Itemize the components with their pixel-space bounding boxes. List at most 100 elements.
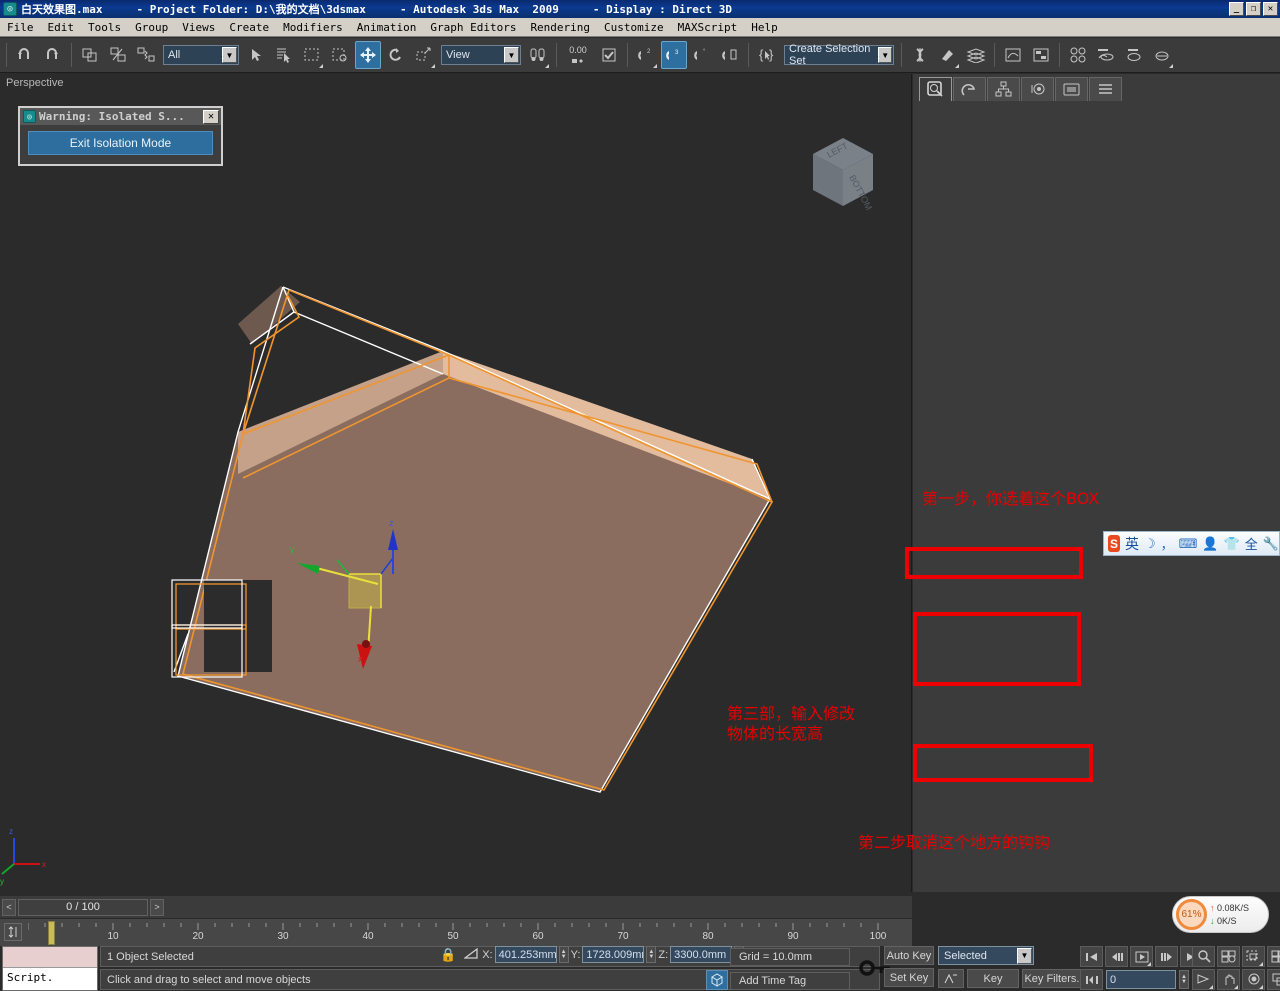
full-width-icon[interactable]: 全 (1245, 534, 1258, 553)
chevron-down-icon[interactable]: ▼ (1017, 948, 1032, 964)
perspective-viewport[interactable]: Perspective (0, 74, 912, 892)
menu-item-group[interactable]: Group (128, 19, 175, 36)
go-to-start-icon[interactable] (1080, 946, 1103, 967)
ime-toolbar[interactable]: S 英 ☽ ， ⌨ 👤 👕 全 🔧 (1103, 531, 1280, 556)
motion-tab-icon[interactable] (1021, 77, 1054, 101)
maximize-viewport-toggle-icon[interactable] (1267, 969, 1280, 990)
select-by-name-icon[interactable] (271, 41, 297, 69)
close-icon[interactable]: ✕ (203, 110, 219, 124)
hierarchy-tab-icon[interactable] (987, 77, 1020, 101)
snap-3d-toggle-icon[interactable]: 3 (661, 41, 687, 69)
selection-lock-icon[interactable]: 🔒 (440, 947, 456, 963)
menu-item-rendering[interactable]: Rendering (523, 19, 597, 36)
skin-icon[interactable]: 👕 (1224, 536, 1240, 552)
select-and-rotate-icon[interactable] (383, 41, 409, 69)
menu-item-file[interactable]: File (0, 19, 41, 36)
undo-icon[interactable] (12, 41, 38, 69)
current-frame-field[interactable]: 0 (1106, 970, 1176, 989)
curve-editor-icon[interactable] (1000, 41, 1026, 69)
add-time-tag-button[interactable]: Add Time Tag (730, 972, 850, 990)
auto-key-button[interactable]: Auto Key (884, 946, 934, 965)
ime-mode-label[interactable]: 英 (1125, 534, 1139, 554)
toolbox-icon[interactable]: 🔧 (1263, 536, 1279, 552)
display-tab-icon[interactable] (1055, 77, 1088, 101)
key-mode-toggle-icon[interactable] (1080, 969, 1103, 990)
previous-frame-icon[interactable] (1105, 946, 1128, 967)
mirror-icon[interactable] (907, 41, 933, 69)
listener-output-pane[interactable] (3, 947, 97, 968)
open-mini-curve-editor-icon[interactable] (4, 923, 22, 941)
menu-item-modifiers[interactable]: Modifiers (276, 19, 350, 36)
chevron-down-icon[interactable]: ▼ (222, 47, 237, 63)
moon-icon[interactable]: ☽ (1144, 536, 1156, 552)
chevron-down-icon[interactable]: ▼ (504, 47, 519, 63)
layer-manager-icon[interactable] (963, 41, 989, 69)
time-slider-handle[interactable] (48, 921, 55, 945)
edit-named-selection-sets-icon[interactable]: {} (754, 41, 780, 69)
maxscript-mini-listener[interactable]: Script. (2, 946, 98, 991)
create-tab-icon[interactable] (919, 77, 952, 101)
select-and-move-icon[interactable] (355, 41, 381, 69)
track-bar[interactable]: 10 20 30 40 50 60 70 80 90 100 (0, 918, 912, 946)
previous-frame-button[interactable]: < (2, 899, 16, 916)
modify-tab-icon[interactable] (953, 77, 986, 101)
menu-item-customize[interactable]: Customize (597, 19, 671, 36)
schematic-view-icon[interactable] (1028, 41, 1054, 69)
listener-prompt[interactable]: Script. (3, 968, 97, 987)
snap-2d-icon[interactable]: 2 (633, 41, 659, 69)
angle-snap-icon[interactable]: ° (689, 41, 715, 69)
field-of-view-icon[interactable] (1192, 969, 1215, 990)
comma-icon[interactable]: ， (1161, 534, 1174, 553)
time-slider-field[interactable]: 0 / 100 (18, 899, 148, 916)
y-coordinate-field[interactable]: 1728.009mm (582, 946, 644, 963)
absolute-relative-transform-icon[interactable] (464, 947, 480, 963)
next-frame-button[interactable]: > (150, 899, 164, 916)
menu-item-edit[interactable]: Edit (41, 19, 82, 36)
unlink-selection-icon[interactable] (105, 41, 131, 69)
window-crossing-icon[interactable] (327, 41, 353, 69)
close-button[interactable]: ✕ (1263, 2, 1278, 16)
network-speed-widget[interactable]: 61% ↑ 0.08K/S ↓ 0K/S (1172, 896, 1269, 933)
named-selection-set-combo[interactable]: Create Selection Set ▼ (784, 45, 894, 65)
zoom-extents-all-icon[interactable] (1267, 946, 1280, 967)
spinner-snap-icon[interactable]: 0.00 (562, 41, 594, 69)
render-production-icon[interactable] (1149, 41, 1175, 69)
set-keys-icon[interactable] (938, 969, 964, 988)
bind-to-space-warp-icon[interactable] (133, 41, 159, 69)
pan-view-icon[interactable] (1217, 969, 1240, 990)
zoom-extents-icon[interactable] (1242, 946, 1265, 967)
current-frame-spinner[interactable]: ▲▼ (1179, 970, 1189, 989)
set-key-button[interactable]: Set Key (884, 968, 934, 987)
select-and-link-icon[interactable] (77, 41, 103, 69)
chevron-down-icon[interactable]: ▼ (878, 47, 892, 63)
menu-item-graph-editors[interactable]: Graph Editors (423, 19, 523, 36)
keyboard-shortcut-override-icon[interactable] (596, 41, 622, 69)
key-filters-button[interactable]: Key Filters... (1022, 969, 1088, 988)
arc-rotate-icon[interactable] (1242, 969, 1265, 990)
isolation-warning-dialog[interactable]: ◎ Warning: Isolated S... ✕ Exit Isolatio… (18, 106, 223, 166)
play-animation-icon[interactable] (1130, 946, 1153, 967)
rendered-frame-window-icon[interactable] (1121, 41, 1147, 69)
next-frame-icon[interactable] (1155, 946, 1178, 967)
select-and-uniform-scale-icon[interactable] (411, 41, 437, 69)
material-editor-icon[interactable] (1065, 41, 1091, 69)
menu-item-help[interactable]: Help (744, 19, 785, 36)
sogou-logo-icon[interactable]: S (1108, 535, 1120, 552)
time-tag-icon[interactable] (706, 970, 728, 990)
rectangular-selection-region-icon[interactable] (299, 41, 325, 69)
select-object-icon[interactable] (243, 41, 269, 69)
restore-button[interactable]: ❐ (1246, 2, 1261, 16)
view-cube[interactable]: LEFT BOTTOM (799, 132, 879, 218)
menu-item-animation[interactable]: Animation (350, 19, 424, 36)
exit-isolation-mode-button[interactable]: Exit Isolation Mode (28, 131, 213, 155)
menu-item-tools[interactable]: Tools (81, 19, 128, 36)
z-coordinate-field[interactable]: 3300.0mm (670, 946, 732, 963)
menu-item-create[interactable]: Create (222, 19, 276, 36)
percent-snap-icon[interactable] (717, 41, 743, 69)
x-spinner[interactable]: ▲▼ (559, 946, 569, 963)
use-pivot-point-center-icon[interactable] (525, 41, 551, 69)
menu-item-views[interactable]: Views (175, 19, 222, 36)
redo-icon[interactable] (40, 41, 66, 69)
minimize-button[interactable]: _ (1229, 2, 1244, 16)
align-icon[interactable] (935, 41, 961, 69)
